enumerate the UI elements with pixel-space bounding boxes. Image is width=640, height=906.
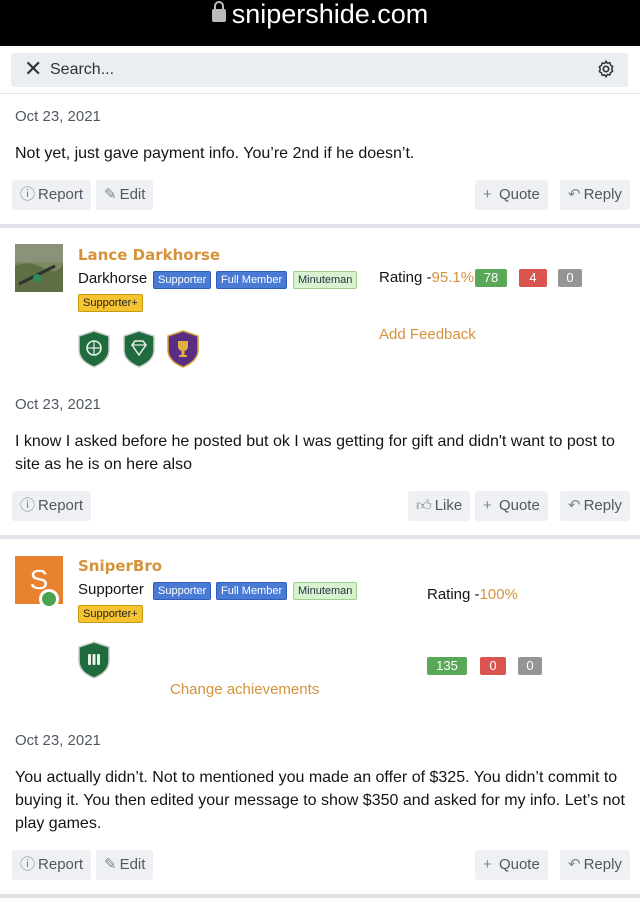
change-achievements-link[interactable]: Change achievements xyxy=(170,681,319,698)
edit-label: Edit xyxy=(119,186,146,203)
report-label: Report xyxy=(38,186,84,203)
report-label: Report xyxy=(38,856,84,873)
reply-icon: ↶ xyxy=(568,856,581,873)
badge-supporter: Supporter xyxy=(153,271,212,289)
reply-icon: ↶ xyxy=(568,497,581,514)
plus-icon: + xyxy=(483,186,492,203)
post-divider xyxy=(0,535,640,539)
post-message: I know I asked before he posted but ok I… xyxy=(15,433,615,473)
badge-supporter: Supporter xyxy=(153,582,212,600)
post-message: Not yet, just gave payment info. You’re … xyxy=(15,145,415,162)
reply-button[interactable]: ↶ Reply xyxy=(560,491,630,521)
search-placeholder: Search... xyxy=(50,61,115,78)
username[interactable]: SniperBro xyxy=(78,557,162,575)
reply-label: Reply xyxy=(583,497,622,514)
negative-count[interactable]: 4 xyxy=(519,269,547,287)
reply-button[interactable]: ↶ Reply xyxy=(560,850,630,880)
report-button[interactable]: ⓘ Report xyxy=(12,850,92,880)
neutral-count[interactable]: 0 xyxy=(558,269,582,287)
avatar[interactable] xyxy=(15,244,63,292)
browser-url-bar[interactable]: snipershide.com xyxy=(0,0,640,46)
rating: Rating -95.1% xyxy=(379,269,474,286)
globe-shield-icon[interactable] xyxy=(78,330,110,368)
report-button[interactable]: ⓘ Report xyxy=(12,491,92,521)
quote-label: Quote xyxy=(498,497,540,514)
reply-button[interactable]: ↶ Reply xyxy=(560,180,630,210)
rating-label: Rating - xyxy=(427,586,480,603)
alert-icon: ⓘ xyxy=(20,497,36,514)
like-label: Like xyxy=(434,497,463,514)
post-divider xyxy=(0,224,640,228)
badge-supporter-plus: Supporter+ xyxy=(78,605,143,623)
user-title: Supporter xyxy=(78,581,144,598)
neutral-count[interactable]: 0 xyxy=(518,657,542,675)
search-bar-container: ✕ Search... xyxy=(0,46,640,94)
diamond-shield-icon[interactable] xyxy=(123,330,155,368)
alert-icon: ⓘ xyxy=(20,856,36,873)
trophy-shield-icon[interactable] xyxy=(167,330,199,368)
reply-label: Reply xyxy=(583,856,622,873)
quote-button[interactable]: + Quote xyxy=(475,491,548,521)
lock-icon xyxy=(211,1,226,22)
online-indicator xyxy=(39,589,59,609)
pencil-icon: ✎ xyxy=(104,186,117,203)
like-button[interactable]: 👍︎ Like xyxy=(408,491,471,521)
edit-label: Edit xyxy=(119,856,146,873)
pencil-icon: ✎ xyxy=(104,856,117,873)
quote-label: Quote xyxy=(498,186,540,203)
rating-percent: 95.1% xyxy=(431,269,475,286)
badge-full-member: Full Member xyxy=(216,271,288,289)
post-message: You actually didn’t. Not to mentioned yo… xyxy=(15,769,625,832)
avatar-photo xyxy=(15,244,63,292)
quote-label: Quote xyxy=(498,856,540,873)
gear-icon[interactable] xyxy=(596,59,616,79)
ammo-shield-icon[interactable] xyxy=(78,641,110,679)
rating-percent: 100% xyxy=(479,586,518,603)
search-input[interactable]: ✕ Search... xyxy=(11,53,628,87)
badge-minuteman: Minuteman xyxy=(293,582,358,600)
rating-label: Rating - xyxy=(379,269,432,286)
reply-label: Reply xyxy=(583,186,622,203)
badge-supporter-plus: Supporter+ xyxy=(78,294,143,312)
negative-count[interactable]: 0 xyxy=(480,657,506,675)
user-title: Darkhorse xyxy=(78,270,148,287)
add-feedback-link[interactable]: Add Feedback xyxy=(379,326,476,343)
quote-button[interactable]: + Quote xyxy=(475,850,548,880)
rating: Rating -100% xyxy=(427,586,518,603)
reply-icon: ↶ xyxy=(568,186,581,203)
post-divider xyxy=(0,894,640,898)
edit-button[interactable]: ✎ Edit xyxy=(96,850,154,880)
edit-button[interactable]: ✎ Edit xyxy=(96,180,154,210)
report-button[interactable]: ⓘ Report xyxy=(12,180,92,210)
thumbs-up-icon: 👍︎ xyxy=(416,497,432,514)
badge-full-member: Full Member xyxy=(216,582,288,600)
online-dot-icon xyxy=(42,592,56,606)
post-date[interactable]: Oct 23, 2021 xyxy=(15,732,101,749)
positive-count[interactable]: 135 xyxy=(427,657,467,675)
url-domain: snipershide.com xyxy=(231,0,429,29)
positive-count[interactable]: 78 xyxy=(475,269,507,287)
quote-button[interactable]: + Quote xyxy=(475,180,548,210)
report-label: Report xyxy=(38,497,84,514)
post-date[interactable]: Oct 23, 2021 xyxy=(15,396,101,413)
close-icon[interactable]: ✕ xyxy=(24,56,42,82)
username[interactable]: Lance Darkhorse xyxy=(78,246,220,264)
post-date[interactable]: Oct 23, 2021 xyxy=(15,108,101,125)
plus-icon: + xyxy=(483,856,492,873)
plus-icon: + xyxy=(483,497,492,514)
alert-icon: ⓘ xyxy=(20,186,36,203)
badge-minuteman: Minuteman xyxy=(293,271,358,289)
